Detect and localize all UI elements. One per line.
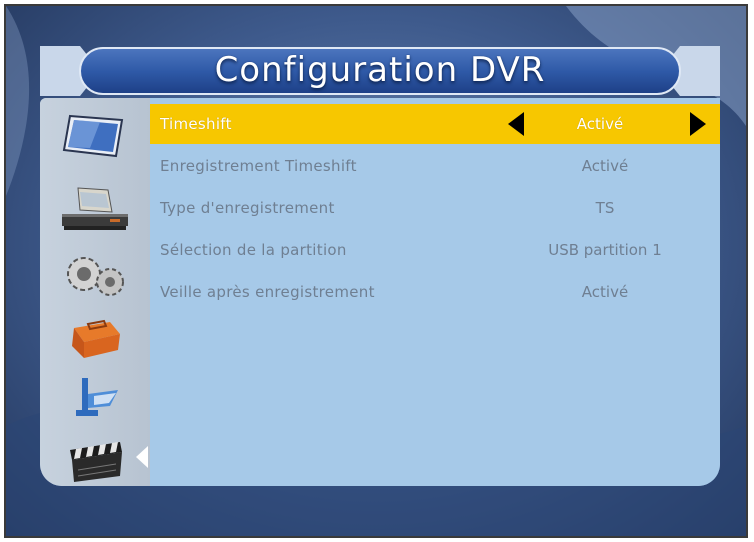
settings-list: Timeshift Activé Enregistrement Timeshif… [150, 98, 720, 486]
setting-row-enregistrement-timeshift[interactable]: Enregistrement Timeshift Activé [150, 146, 720, 186]
setting-value: TS [595, 199, 615, 217]
setting-row-type-enregistrement[interactable]: Type d'enregistrement TS [150, 188, 720, 228]
setting-label: Enregistrement Timeshift [160, 157, 357, 175]
receiver-icon[interactable] [60, 184, 130, 236]
signal-icon[interactable] [60, 372, 130, 424]
setting-value: Activé [576, 115, 624, 133]
setting-value: USB partition 1 [548, 241, 662, 259]
active-category-indicator [136, 446, 148, 468]
setting-row-timeshift[interactable]: Timeshift Activé [150, 104, 720, 144]
settings-panel: Timeshift Activé Enregistrement Timeshif… [40, 98, 720, 486]
monitor-icon[interactable] [60, 110, 130, 162]
tv-screen: Configuration DVR Timeshift Activé Enreg… [4, 4, 748, 538]
setting-row-veille-apres-enregistrement[interactable]: Veille après enregistrement Activé [150, 272, 720, 312]
setting-label: Sélection de la partition [160, 241, 347, 259]
category-sidebar [40, 98, 150, 486]
setting-label: Type d'enregistrement [160, 199, 335, 217]
setting-value: Activé [581, 157, 629, 175]
clapperboard-icon[interactable] [60, 432, 130, 484]
setting-row-selection-partition[interactable]: Sélection de la partition USB partition … [150, 230, 720, 270]
setting-label: Timeshift [160, 115, 232, 133]
gears-icon[interactable] [60, 250, 130, 302]
arrow-right-icon[interactable] [690, 112, 706, 136]
page-title: Configuration DVR [214, 50, 546, 90]
title-bar: Configuration DVR [40, 44, 720, 98]
toolbox-icon[interactable] [60, 312, 130, 364]
setting-label: Veille après enregistrement [160, 283, 375, 301]
setting-value: Activé [581, 283, 629, 301]
